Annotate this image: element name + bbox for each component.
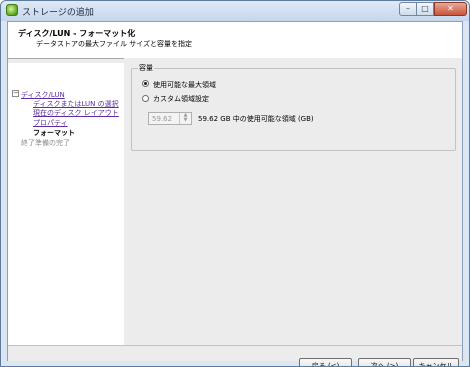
custom-size-stepper[interactable]: 59.62 ▲ ▼ bbox=[148, 112, 192, 125]
nav-item-properties[interactable]: プロパティ bbox=[33, 118, 68, 128]
close-button[interactable]: ✕ bbox=[434, 2, 467, 16]
add-storage-window: ストレージの追加 – □ ✕ ディスク/LUN - フォーマット化 データストア… bbox=[0, 0, 470, 367]
page-title: ディスク/LUN - フォーマット化 bbox=[18, 29, 136, 38]
wizard-header: ディスク/LUN - フォーマット化 データストアの最大ファイル サイズと容量を… bbox=[8, 22, 462, 59]
max-space-radio[interactable] bbox=[142, 80, 149, 87]
collapse-tree-icon[interactable]: − bbox=[12, 90, 19, 97]
maximize-button[interactable]: □ bbox=[417, 2, 434, 16]
capacity-group-title: 容量 bbox=[138, 63, 154, 73]
dialog-body: ディスク/LUN - フォーマット化 データストアの最大ファイル サイズと容量を… bbox=[7, 21, 463, 366]
cancel-button[interactable]: キャンセル bbox=[413, 358, 459, 366]
nav-item-format: フォーマット bbox=[33, 129, 75, 137]
title-bar[interactable]: ストレージの追加 – □ ✕ bbox=[1, 1, 469, 21]
custom-space-label[interactable]: カスタム領域設定 bbox=[153, 94, 209, 104]
max-space-label[interactable]: 使用可能な最大領域 bbox=[153, 80, 216, 90]
back-button[interactable]: 戻る (<) bbox=[299, 358, 352, 366]
custom-space-radio[interactable] bbox=[142, 95, 149, 102]
wizard-steps-nav: − ディスク/LUN ディスクまたはLUN の選択 現在のディスク レイアウト … bbox=[8, 63, 125, 345]
stepper-down-icon[interactable]: ▼ bbox=[180, 118, 191, 123]
custom-size-value: 59.62 bbox=[152, 115, 173, 123]
nav-item-ready-to-complete: 終了準備の完了 bbox=[21, 139, 70, 147]
format-panel: 容量 使用可能な最大領域 カスタム領域設定 59.62 ▲ ▼ 59.62 GB… bbox=[124, 58, 462, 345]
custom-size-label: 59.62 GB 中の使用可能な領域 (GB) bbox=[198, 115, 314, 123]
window-title: ストレージの追加 bbox=[22, 8, 94, 18]
nav-item-disk-layout[interactable]: 現在のディスク レイアウト bbox=[33, 108, 119, 118]
next-button[interactable]: 次へ (>) bbox=[358, 358, 411, 366]
capacity-group: 容量 使用可能な最大領域 カスタム領域設定 59.62 ▲ ▼ 59.62 GB… bbox=[131, 63, 456, 151]
app-icon bbox=[6, 4, 18, 16]
stepper-buttons: ▲ ▼ bbox=[179, 113, 191, 124]
minimize-button[interactable]: – bbox=[399, 2, 417, 16]
button-bar: 戻る (<) 次へ (>) キャンセル bbox=[8, 345, 462, 366]
page-subtitle: データストアの最大ファイル サイズと容量を指定 bbox=[36, 40, 193, 48]
